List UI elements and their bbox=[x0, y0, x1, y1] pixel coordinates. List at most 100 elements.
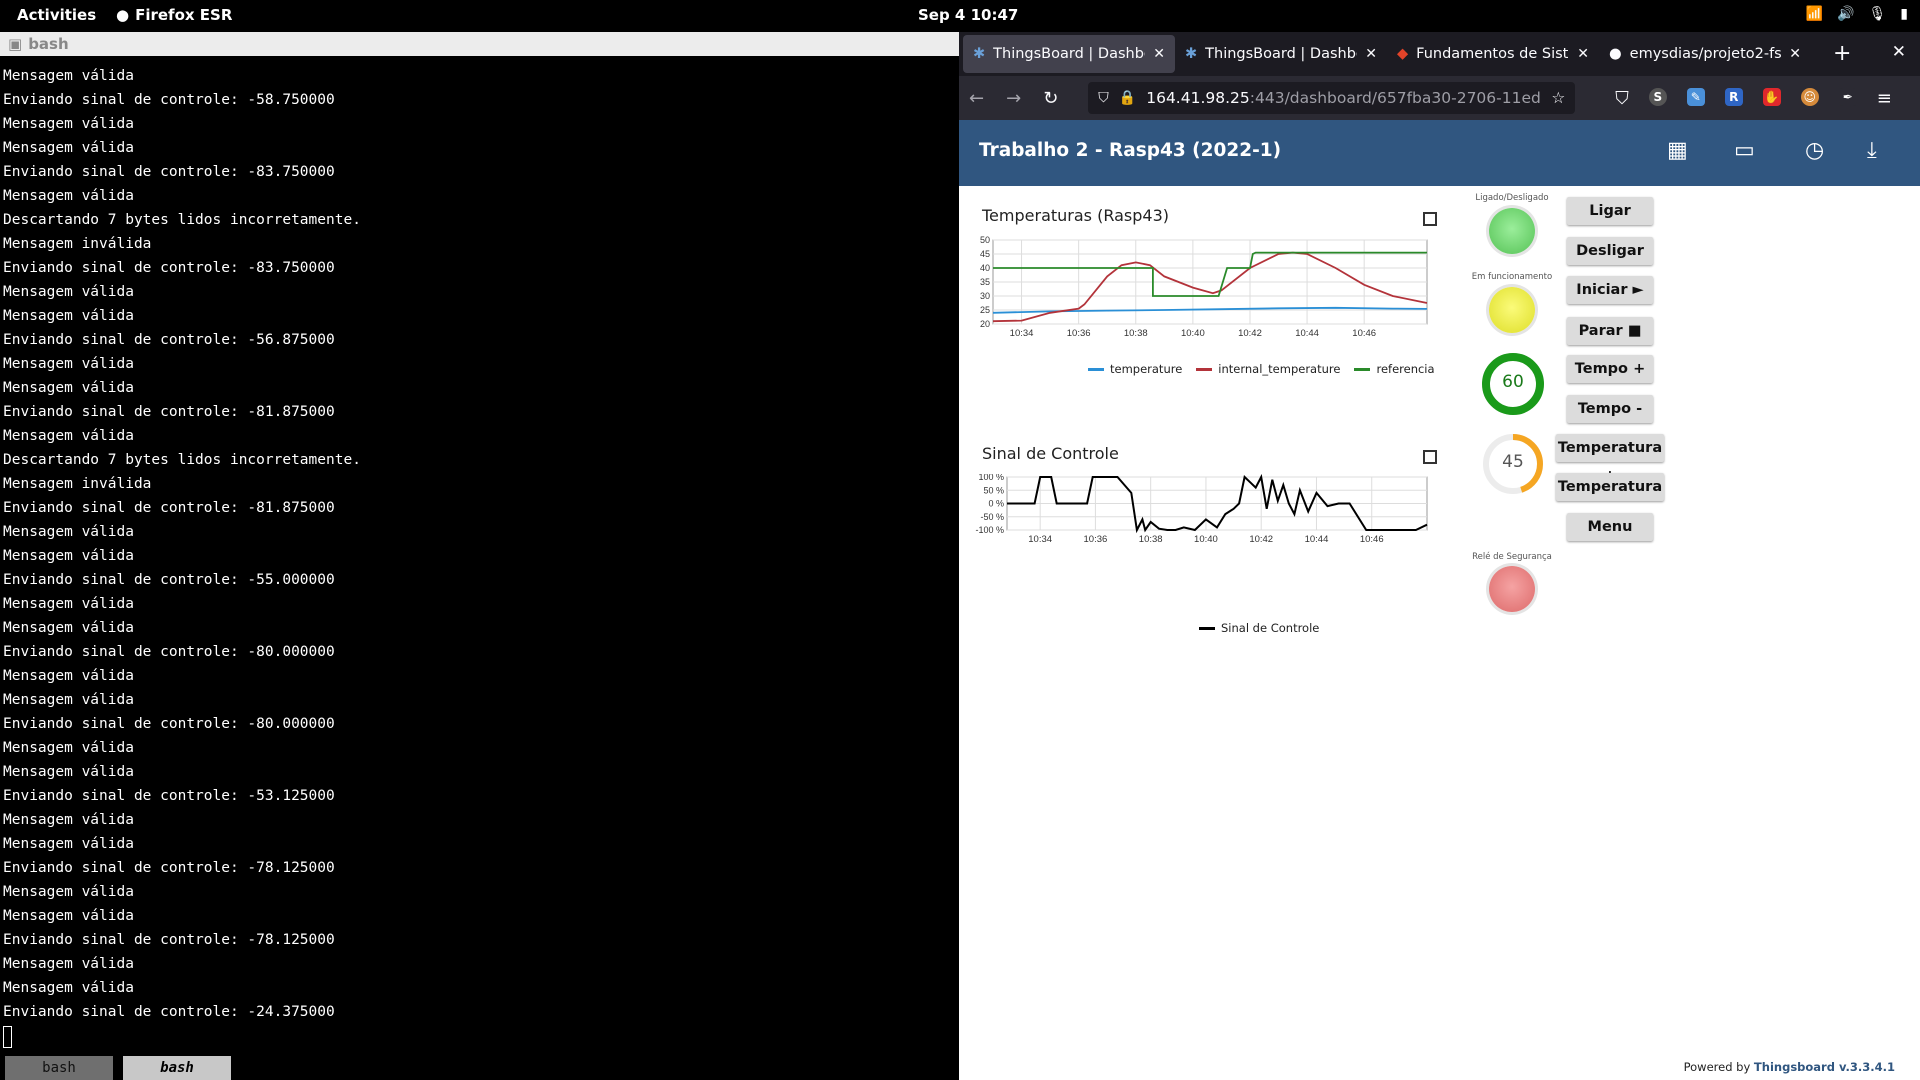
system-top-bar: Activities ● Firefox ESR Sep 4 10:47 📶 🔊… bbox=[0, 0, 1920, 32]
desligar-button[interactable]: Desligar bbox=[1567, 237, 1653, 265]
close-tab-icon[interactable]: ✕ bbox=[1365, 46, 1377, 62]
r-extension-icon[interactable]: R bbox=[1724, 87, 1743, 106]
ligar-button[interactable]: Ligar bbox=[1567, 197, 1653, 225]
lock-icon: 🔒 bbox=[1118, 90, 1137, 106]
legend-item-control-signal[interactable]: Sinal de Controle bbox=[1199, 621, 1319, 635]
y-tick-label: 50 % bbox=[983, 485, 1004, 495]
bookmark-star-icon[interactable]: ☆ bbox=[1551, 89, 1565, 107]
browser-tab-thingsboard-2[interactable]: ✱ ThingsBoard | Dashboard ✕ bbox=[1175, 35, 1387, 73]
terminal-icon: ▣ bbox=[8, 35, 23, 53]
back-icon[interactable]: ← bbox=[969, 88, 984, 109]
gauge-time-value: 60 bbox=[1502, 372, 1524, 392]
shield-icon: ⛉ bbox=[1098, 90, 1109, 106]
app-menu[interactable]: ● Firefox ESR bbox=[116, 6, 232, 24]
x-tick-label: 10:34 bbox=[1028, 534, 1052, 545]
legend-item-referencia[interactable]: referencia bbox=[1354, 362, 1435, 376]
fullscreen-icon[interactable] bbox=[1423, 212, 1437, 226]
temperature-chart[interactable]: 50 45 40 35 30 25 20 10:34 10:36 10:38 10:40 10:42 1… bbox=[969, 236, 1439, 376]
iniciar-button[interactable]: Iniciar ► bbox=[1567, 276, 1653, 304]
activities-button[interactable]: Activities bbox=[17, 6, 96, 24]
forward-icon[interactable]: → bbox=[1006, 88, 1021, 109]
parar-button[interactable]: Parar ■ bbox=[1567, 317, 1653, 345]
terminal-titlebar: ▣ bash bbox=[0, 32, 959, 56]
browser-tab-github[interactable]: ● emysdias/projeto2-fse ✕ bbox=[1599, 35, 1811, 73]
close-tab-icon[interactable]: ✕ bbox=[1577, 46, 1589, 62]
y-tick-label: 25 bbox=[980, 305, 990, 315]
export-download-icon[interactable]: ⤓ bbox=[1867, 138, 1877, 163]
control-chart-legend: Sinal de Controle bbox=[1199, 621, 1319, 635]
terminal-line: Mensagem válida bbox=[3, 980, 134, 996]
x-tick-label: 10:46 bbox=[1360, 534, 1384, 545]
new-tab-button[interactable]: + bbox=[1833, 41, 1851, 66]
clock[interactable]: Sep 4 10:47 bbox=[918, 6, 1018, 24]
close-tab-icon[interactable]: ✕ bbox=[1789, 46, 1801, 62]
x-tick-label: 10:42 bbox=[1238, 328, 1262, 339]
terminal-line: Mensagem válida bbox=[3, 692, 134, 708]
terminal-line: Mensagem válida bbox=[3, 596, 134, 612]
terminal-line: Enviando sinal de controle: -78.125000 bbox=[3, 932, 335, 948]
face-extension-icon[interactable]: ☺ bbox=[1800, 87, 1819, 106]
tempo-plus-button[interactable]: Tempo + bbox=[1567, 355, 1653, 383]
window-close-icon[interactable]: ✕ bbox=[1892, 42, 1906, 62]
terminal-line: Mensagem válida bbox=[3, 428, 134, 444]
terminal-tab-active[interactable]: bash bbox=[123, 1056, 231, 1080]
terminal-window[interactable]: ▣ bash Mensagem válida Enviando sinal de … bbox=[0, 32, 959, 1080]
hand-extension-icon[interactable]: ✋ bbox=[1762, 87, 1781, 106]
terminal-line: Enviando sinal de controle: -80.000000 bbox=[3, 644, 335, 660]
system-tray[interactable]: 📶 🔊 🎙 ▮ bbox=[1806, 6, 1908, 22]
terminal-line: Enviando sinal de controle: -78.125000 bbox=[3, 860, 335, 876]
terminal-line: Mensagem válida bbox=[3, 356, 134, 372]
dashboard-header: Trabalho 2 - Rasp43 (2022-1) ▦ ▭ ◷ ⤓ bbox=[959, 120, 1920, 186]
x-tick-label: 10:36 bbox=[1084, 534, 1108, 545]
tab-label: emysdias/projeto2-fse bbox=[1629, 46, 1782, 62]
reload-icon[interactable]: ↻ bbox=[1043, 88, 1058, 109]
fullscreen-icon[interactable] bbox=[1423, 450, 1437, 464]
terminal-line: Mensagem válida bbox=[3, 380, 134, 396]
control-signal-chart[interactable]: 100 % 50 % 0 % -50 % -100 % 10:34 10:36 10:38 10… bbox=[969, 474, 1439, 564]
pen-tool-extension-icon[interactable]: ✒ bbox=[1838, 87, 1857, 106]
x-tick-label: 10:46 bbox=[1352, 328, 1376, 339]
led-safety-relay-indicator bbox=[1489, 566, 1535, 612]
terminal-line: Descartando 7 bytes lidos incorretamente… bbox=[3, 452, 361, 468]
timewindow-clock-icon[interactable]: ◷ bbox=[1805, 138, 1824, 163]
legend-item-temperature[interactable]: temperature bbox=[1088, 362, 1182, 376]
led-running-indicator bbox=[1489, 287, 1535, 333]
temperatura-plus-button[interactable]: Temperatura + bbox=[1556, 434, 1664, 484]
browser-tab-strip: ✱ ThingsBoard | Dashboard ✕ ✱ ThingsBoar… bbox=[959, 32, 1920, 76]
y-tick-label: 100 % bbox=[978, 474, 1004, 482]
terminal-tab[interactable]: bash bbox=[5, 1056, 113, 1080]
terminal-line: Enviando sinal de controle: -83.750000 bbox=[3, 164, 335, 180]
browser-tab-thingsboard-1[interactable]: ✱ ThingsBoard | Dashboard ✕ bbox=[963, 35, 1175, 73]
thingsboard-link[interactable]: Thingsboard v.3.3.4.1 bbox=[1754, 1060, 1895, 1074]
temperatura-minus-button[interactable]: Temperatura - bbox=[1556, 473, 1664, 523]
terminal-line: Mensagem válida bbox=[3, 68, 134, 84]
s-extension-icon[interactable]: S bbox=[1648, 87, 1667, 106]
terminal-title: bash bbox=[28, 35, 69, 53]
wifi-icon: 📶 bbox=[1805, 6, 1824, 22]
pocket-icon[interactable]: ⛉ bbox=[1615, 88, 1629, 109]
app-name: Firefox ESR bbox=[135, 6, 233, 24]
close-tab-icon[interactable]: ✕ bbox=[1153, 46, 1165, 62]
led-label-running: Em funcionamento bbox=[1471, 272, 1553, 282]
y-tick-label: 40 bbox=[980, 263, 990, 273]
device-layout-icon[interactable]: ▭ bbox=[1734, 138, 1755, 163]
url-host: 164.41.98.25 bbox=[1146, 89, 1250, 107]
legend-item-internal-temperature[interactable]: internal_temperature bbox=[1196, 362, 1340, 376]
url-bar[interactable]: ⛉ 🔒 164.41.98.25:443/dashboard/657fba30-… bbox=[1088, 82, 1576, 114]
dashboard-layouts-icon[interactable]: ▦ bbox=[1667, 138, 1688, 163]
terminal-line: Mensagem válida bbox=[3, 884, 134, 900]
extensions-toolbar: ⛉ S ✎ R ✋ ☺ ✒ ≡ bbox=[1615, 87, 1892, 109]
terminal-cursor[interactable] bbox=[3, 1026, 12, 1048]
terminal-line: Enviando sinal de controle: -81.875000 bbox=[3, 500, 335, 516]
terminal-line: Enviando sinal de controle: -24.375000 bbox=[3, 1004, 335, 1020]
dashboard-title: Trabalho 2 - Rasp43 (2022-1) bbox=[979, 140, 1282, 161]
menu-button[interactable]: Menu bbox=[1567, 513, 1653, 541]
gauge-time: 60 bbox=[1481, 352, 1545, 416]
tempo-minus-button[interactable]: Tempo - bbox=[1567, 395, 1653, 423]
menu-icon[interactable]: ≡ bbox=[1877, 88, 1892, 109]
browser-tab-gitlab[interactable]: ◆ Fundamentos de Sistemas ✕ bbox=[1387, 35, 1599, 73]
terminal-tab-bar: bash bash bbox=[0, 1056, 959, 1080]
pen-extension-icon[interactable]: ✎ bbox=[1686, 87, 1705, 106]
terminal-line: Mensagem válida bbox=[3, 740, 134, 756]
led-label-power: Ligado/Desligado bbox=[1475, 193, 1549, 203]
